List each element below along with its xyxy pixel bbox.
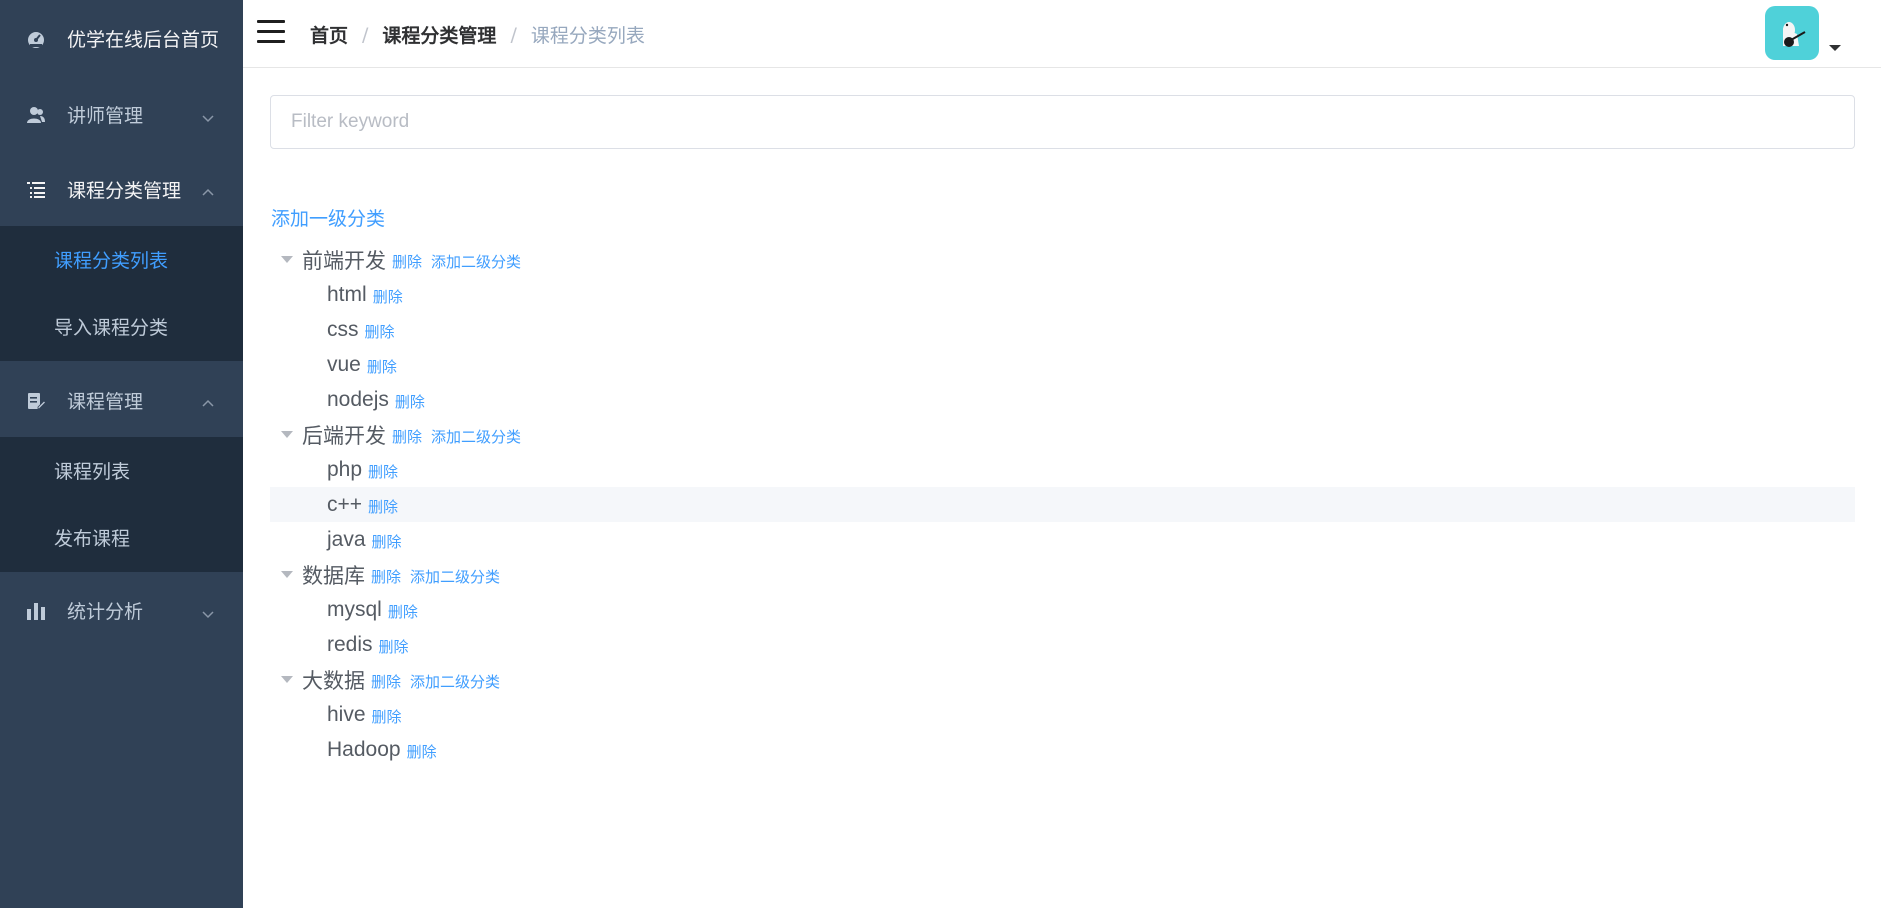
caret-down-icon[interactable] [281,431,293,438]
sidebar-item-label: 统计分析 [67,601,144,623]
tree-node-label: php [327,457,363,481]
sidebar-item-label: 课程分类列表 [54,250,169,272]
chevron-up-icon [201,394,215,408]
tree-node-level2[interactable]: php 删除 [270,452,1855,487]
tree-node-label: 后端开发 [302,424,386,448]
sidebar-item-course-publish[interactable]: 发布课程 [0,504,243,571]
list-tree-icon [26,180,46,200]
breadcrumb-home[interactable]: 首页 [310,21,348,48]
sidebar-item-dashboard[interactable]: 优学在线后台首页 [0,5,243,72]
tree-node-level2[interactable]: java 删除 [270,522,1855,557]
tree-node-label: java [327,527,366,551]
tree-node-label: c++ [327,492,363,516]
tree-node-label: redis [327,632,373,656]
sidebar-item-label: 讲师管理 [67,105,144,127]
chevron-up-icon [201,183,215,197]
delete-link[interactable]: 删除 [368,496,398,517]
delete-link[interactable]: 删除 [372,531,402,552]
delete-link[interactable]: 删除 [392,426,422,447]
caret-down-icon[interactable] [281,676,293,683]
add-second-level-link[interactable]: 添加二级分类 [431,426,521,447]
add-second-level-link[interactable]: 添加二级分类 [431,251,521,272]
subject-submenu: 课程分类列表 导入课程分类 [0,226,243,361]
hamburger-menu-icon[interactable] [257,20,285,44]
tree-node-level2[interactable]: hive 删除 [270,697,1855,732]
avatar-image-icon [1783,22,1806,47]
tree-node-level2[interactable]: vue 删除 [270,347,1855,382]
breadcrumb-separator: / [510,23,517,46]
sidebar-item-subject-list[interactable]: 课程分类列表 [0,226,243,293]
sidebar-item-label: 导入课程分类 [54,317,169,339]
user-group-icon [26,105,46,125]
caret-down-icon[interactable] [1829,45,1841,51]
tree-node-label: nodejs [327,387,389,411]
tree-node-level1[interactable]: 数据库 删除 添加二级分类 [270,557,1855,592]
tree-node-label: mysql [327,597,382,621]
tree-node-level2[interactable]: Hadoop 删除 [270,732,1855,767]
tree-node-level2[interactable]: html 删除 [270,277,1855,312]
add-second-level-link[interactable]: 添加二级分类 [410,566,500,587]
avatar[interactable] [1765,6,1819,60]
delete-link[interactable]: 删除 [372,706,402,727]
delete-link[interactable]: 删除 [371,671,401,692]
breadcrumb-separator: / [362,23,369,46]
tree-node-level2[interactable]: css 删除 [270,312,1855,347]
delete-link[interactable]: 删除 [365,321,395,342]
tree-node-label: Hadoop [327,737,401,761]
tree-node-level2[interactable]: mysql 删除 [270,592,1855,627]
dashboard-icon [26,29,46,49]
bar-chart-icon [26,601,46,621]
sidebar: 优学在线后台首页 讲师管理 课程分类管理 课程分类列表 导入课程分类 课程管理 [0,0,243,908]
sidebar-item-teacher[interactable]: 讲师管理 [0,81,243,148]
top-navbar: 首页 / 课程分类管理 / 课程分类列表 [243,0,1881,68]
filter-keyword-input[interactable] [270,95,1855,149]
sidebar-item-course-list[interactable]: 课程列表 [0,437,243,504]
breadcrumb-subject-management[interactable]: 课程分类管理 [382,21,496,48]
tree-node-label: vue [327,352,361,376]
tree-node-label: 数据库 [302,564,365,588]
course-submenu: 课程列表 发布课程 [0,437,243,572]
tree-node-level2[interactable]: c++ 删除 [270,487,1855,522]
add-first-level-category-link[interactable]: 添加一级分类 [271,204,385,231]
tree-node-level2[interactable]: redis 删除 [270,627,1855,662]
sidebar-item-label: 课程列表 [54,461,131,483]
sidebar-item-subject-import[interactable]: 导入课程分类 [0,293,243,360]
sidebar-item-course[interactable]: 课程管理 [0,367,243,434]
sidebar-item-label: 课程分类管理 [67,180,182,202]
tree-node-label: 前端开发 [302,249,386,273]
delete-link[interactable]: 删除 [379,636,409,657]
tree-node-label: html [327,282,367,306]
delete-link[interactable]: 删除 [367,356,397,377]
delete-link[interactable]: 删除 [373,286,403,307]
delete-link[interactable]: 删除 [392,251,422,272]
sidebar-item-label: 课程管理 [67,391,144,413]
breadcrumb: 首页 / 课程分类管理 / 课程分类列表 [310,21,645,48]
edit-document-icon [26,391,46,411]
tree-node-level1[interactable]: 大数据 删除 添加二级分类 [270,662,1855,697]
sidebar-item-label: 发布课程 [54,528,131,550]
sidebar-item-label: 优学在线后台首页 [67,29,220,51]
sidebar-item-stats[interactable]: 统计分析 [0,577,243,644]
delete-link[interactable]: 删除 [407,741,437,762]
caret-down-icon[interactable] [281,256,293,263]
delete-link[interactable]: 删除 [388,601,418,622]
tree-node-label: 大数据 [302,669,365,693]
add-second-level-link[interactable]: 添加二级分类 [410,671,500,692]
chevron-down-icon [201,604,215,618]
tree-node-label: hive [327,702,366,726]
breadcrumb-current: 课程分类列表 [530,25,645,47]
tree-node-label: css [327,317,359,341]
tree-node-level1[interactable]: 后端开发 删除 添加二级分类 [270,417,1855,452]
sidebar-item-subject[interactable]: 课程分类管理 [0,156,243,223]
chevron-down-icon [201,108,215,122]
tree-node-level2[interactable]: nodejs 删除 [270,382,1855,417]
delete-link[interactable]: 删除 [371,566,401,587]
delete-link[interactable]: 删除 [368,461,398,482]
tree-node-level1[interactable]: 前端开发 删除 添加二级分类 [270,242,1855,277]
caret-down-icon[interactable] [281,571,293,578]
delete-link[interactable]: 删除 [395,391,425,412]
